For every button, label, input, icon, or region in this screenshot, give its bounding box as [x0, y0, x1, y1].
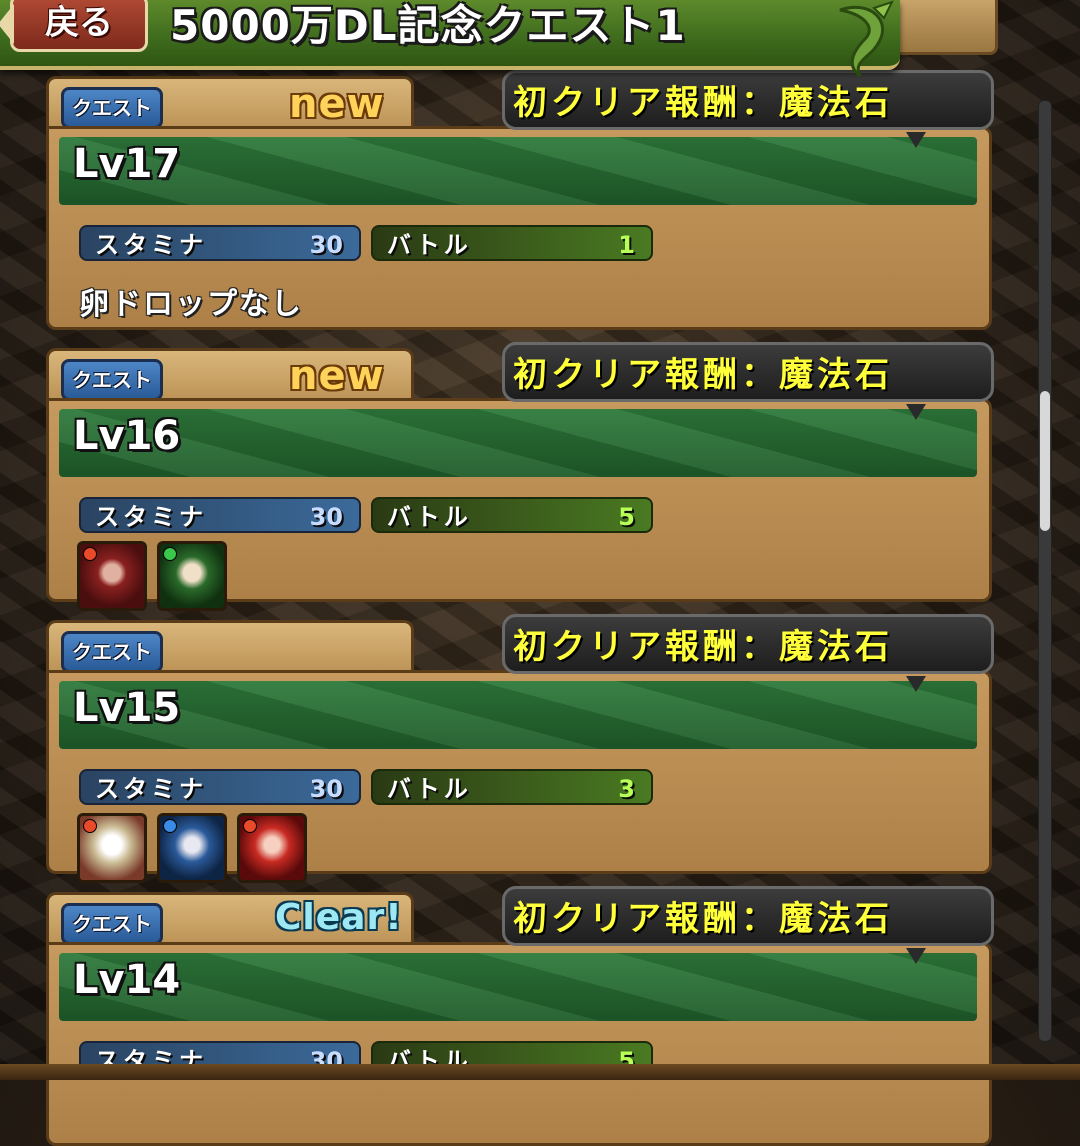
- reward-bubble-tail: [906, 948, 926, 964]
- quest-item-lv14[interactable]: クエスト Clear! Lv14 スタミナ 30 バトル 5 初クリア報酬：魔法…: [46, 886, 994, 1146]
- back-button[interactable]: 戻る: [10, 0, 148, 52]
- reward-bubble: 初クリア報酬：魔法石: [502, 614, 994, 674]
- quest-body: Lv14 スタミナ 30 バトル 5: [46, 942, 992, 1146]
- battle-value: 5: [618, 503, 635, 531]
- stamina-value: 30: [309, 503, 343, 531]
- level-band: Lv17: [59, 137, 977, 205]
- quest-item-lv16[interactable]: クエスト new Lv16 スタミナ 30 バトル 5 初クリア報酬：魔法石: [46, 342, 994, 611]
- quest-badge: クエスト: [61, 359, 163, 401]
- white-beard-monster-icon[interactable]: [77, 813, 147, 883]
- quest-badge: クエスト: [61, 87, 163, 129]
- quest-badge: クエスト: [61, 903, 163, 945]
- stamina-stat: スタミナ 30: [79, 497, 361, 533]
- bottom-frame: [0, 1064, 1080, 1080]
- blue-dragon-monster-icon[interactable]: [157, 813, 227, 883]
- battle-value: 3: [618, 775, 635, 803]
- stamina-label: スタミナ: [95, 503, 207, 531]
- quest-level: Lv17: [73, 141, 181, 187]
- battle-label: バトル: [387, 231, 472, 259]
- reward-bubble-tail: [906, 404, 926, 420]
- quest-level: Lv15: [73, 685, 181, 731]
- reward-bubble: 初クリア報酬：魔法石: [502, 886, 994, 946]
- level-band: Lv14: [59, 953, 977, 1021]
- reward-bubble-tail: [906, 132, 926, 148]
- quest-item-lv15[interactable]: クエスト Lv15 スタミナ 30 バトル 3 初クリア報酬：魔法石: [46, 614, 994, 883]
- battle-value: 1: [618, 231, 635, 259]
- stamina-value: 30: [309, 231, 343, 259]
- dragon-tail-icon: [839, 0, 894, 78]
- reward-bubble: 初クリア報酬：魔法石: [502, 342, 994, 402]
- battle-label: バトル: [387, 503, 472, 531]
- red-dragon-monster-icon[interactable]: [77, 541, 147, 611]
- red-girl-monster-icon[interactable]: [237, 813, 307, 883]
- level-band: Lv15: [59, 681, 977, 749]
- status-new-label: new: [289, 353, 385, 399]
- stamina-stat: スタミナ 30: [79, 225, 361, 261]
- quest-level: Lv14: [73, 957, 181, 1003]
- stamina-label: スタミナ: [95, 775, 207, 803]
- quest-body: Lv15 スタミナ 30 バトル 3: [46, 670, 992, 883]
- battle-label: バトル: [387, 775, 472, 803]
- quest-body: Lv17 スタミナ 30 バトル 1 卵ドロップなし: [46, 126, 992, 330]
- page-title: 5000万DL記念クエスト1: [170, 1, 686, 50]
- back-arrow-icon: [0, 4, 14, 44]
- stamina-value: 30: [309, 775, 343, 803]
- stamina-stat: スタミナ 30: [79, 769, 361, 805]
- reward-bubble: 初クリア報酬：魔法石: [502, 70, 994, 130]
- quest-body: Lv16 スタミナ 30 バトル 5: [46, 398, 992, 611]
- scrollbar-thumb[interactable]: [1040, 391, 1050, 531]
- quest-level: Lv16: [73, 413, 181, 459]
- level-band: Lv16: [59, 409, 977, 477]
- green-warrior-monster-icon[interactable]: [157, 541, 227, 611]
- drop-info-text: 卵ドロップなし: [79, 287, 303, 322]
- battle-stat: バトル 1: [371, 225, 653, 261]
- status-clear-label: Clear!: [275, 897, 403, 938]
- quest-item-lv17[interactable]: クエスト new Lv17 スタミナ 30 バトル 1 卵ドロップなし 初クリア…: [46, 70, 994, 332]
- scrollbar[interactable]: [1038, 100, 1052, 1042]
- reward-bubble-tail: [906, 676, 926, 692]
- status-new-label: new: [289, 81, 385, 127]
- battle-stat: バトル 5: [371, 497, 653, 533]
- battle-stat: バトル 3: [371, 769, 653, 805]
- quest-badge: クエスト: [61, 631, 163, 673]
- stamina-label: スタミナ: [95, 231, 207, 259]
